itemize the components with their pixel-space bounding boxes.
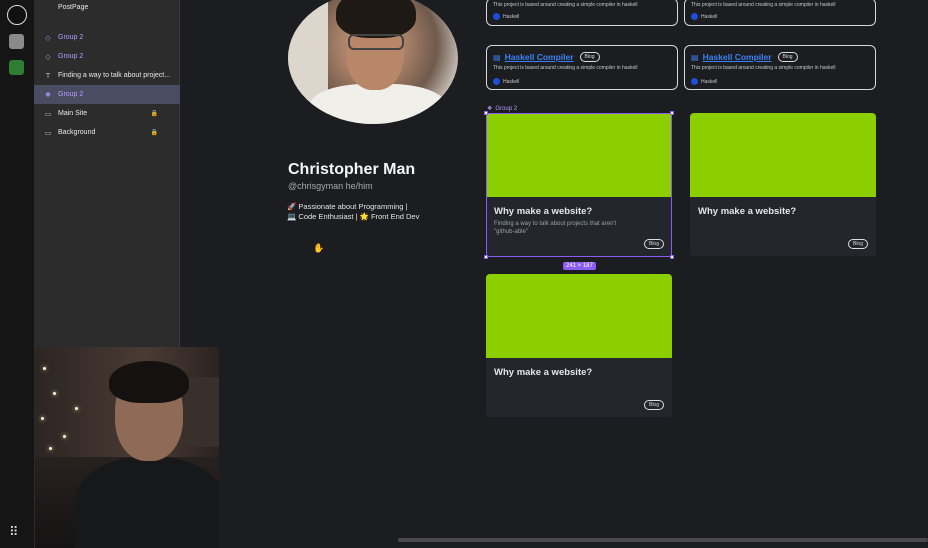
project-language: Haskell <box>691 78 717 85</box>
project-title-row: ▤ Haskell Compiler Blog <box>493 52 600 62</box>
blog-card[interactable]: Why make a website? Blog <box>486 274 672 417</box>
app-icon[interactable] <box>9 34 24 49</box>
project-title-link[interactable]: Haskell Compiler <box>505 52 574 62</box>
language-label: Haskell <box>701 78 718 85</box>
selection-dimensions-badge: 241 × 187 <box>563 262 596 270</box>
layer-item[interactable]: ▭ Main Site 🔒 <box>34 104 180 123</box>
app-grid-icon[interactable]: ⠿ <box>9 526 23 540</box>
resize-handle[interactable] <box>484 255 488 259</box>
document-icon: ▤ <box>691 52 699 62</box>
project-title-link[interactable]: Haskell Compiler <box>703 52 772 62</box>
project-language: Haskell <box>493 13 519 20</box>
profile-avatar <box>288 0 458 124</box>
recycle-app-icon[interactable] <box>9 60 24 75</box>
layer-item[interactable]: ▭ Background 🔒 <box>34 123 180 142</box>
layer-item[interactable]: T Finding a way to talk about project... <box>34 66 180 85</box>
document-icon: ▤ <box>493 52 501 62</box>
blog-tag: Blog <box>579 52 600 62</box>
group-label: ❖ Group 2 <box>487 105 517 112</box>
blog-tag: Blog <box>777 52 798 62</box>
frame-icon: ▭ <box>44 109 52 118</box>
obs-app-icon[interactable] <box>7 5 27 25</box>
layer-item[interactable]: PostPage <box>34 0 180 17</box>
language-label: Haskell <box>503 13 520 20</box>
layer-label: Group 2 <box>58 91 84 98</box>
horizontal-scrollbar[interactable] <box>398 538 928 542</box>
language-dot-icon <box>493 78 500 85</box>
language-dot-icon <box>493 13 500 20</box>
profile-bio: 🚀 Passionate about Programming | 💻 Code … <box>287 202 437 222</box>
profile-handle: @chrisgyman he/him <box>288 181 373 191</box>
webcam-overlay <box>35 347 219 548</box>
language-dot-icon <box>691 13 698 20</box>
layer-label: PostPage <box>58 4 89 11</box>
hand-cursor-icon: ✋ <box>313 244 325 254</box>
component-icon: ◇ <box>45 33 51 42</box>
project-language: Haskell <box>691 13 717 20</box>
component-icon: ❖ <box>44 90 52 99</box>
fairy-light <box>41 417 44 420</box>
layer-item-selected[interactable]: ❖ Group 2 <box>34 85 180 104</box>
fairy-light <box>49 447 52 450</box>
lock-icon[interactable]: 🔒 <box>151 110 158 117</box>
resize-handle[interactable] <box>484 111 488 115</box>
layer-label: Group 2 <box>58 53 84 60</box>
project-card[interactable]: ▤ Haskell Compiler Blog This project is … <box>684 45 876 90</box>
avatar-glasses <box>348 34 404 50</box>
language-dot-icon <box>691 78 698 85</box>
project-card[interactable]: This project is based around creating a … <box>486 0 678 26</box>
language-label: Haskell <box>701 13 718 20</box>
bio-line: 💻 Code Enthusiast | 🌟 Front End Dev <box>287 212 420 221</box>
project-description: This project is based around creating a … <box>493 2 638 8</box>
bio-line: 🚀 Passionate about Programming | <box>287 202 408 211</box>
layer-item[interactable]: ◇ Group 2 <box>34 47 180 66</box>
project-card[interactable]: ▤ Haskell Compiler Blog This project is … <box>486 45 678 90</box>
component-icon: ◇ <box>45 52 51 61</box>
webcam-person-body <box>75 457 219 548</box>
webcam-shelf <box>185 377 219 447</box>
layer-label: Main Site <box>58 110 88 117</box>
project-title-row: ▤ Haskell Compiler Blog <box>691 52 798 62</box>
blog-tag: Blog <box>643 400 664 410</box>
webcam-person-hair <box>109 361 189 403</box>
project-language: Haskell <box>493 78 519 85</box>
screen: ⠿ PostPage ◇ Group 2 ◇ Group 2 T Finding… <box>0 0 928 548</box>
blog-card-title: Why make a website? <box>494 367 593 378</box>
avatar-shirt <box>308 84 448 124</box>
fairy-light <box>75 407 78 410</box>
lock-icon[interactable]: 🔒 <box>151 129 158 136</box>
profile-name: Christopher Man <box>288 161 416 178</box>
group-label-text: Group 2 <box>495 105 518 112</box>
selection-box[interactable] <box>486 113 672 257</box>
text-icon: T <box>45 71 51 80</box>
fairy-light <box>63 435 66 438</box>
blog-card-image <box>690 113 876 197</box>
project-card[interactable]: This project is based around creating a … <box>684 0 876 26</box>
fairy-light <box>53 392 56 395</box>
project-description: This project is based around creating a … <box>691 2 836 8</box>
resize-handle[interactable] <box>670 111 674 115</box>
avatar-hair <box>336 0 416 38</box>
project-description: This project is based around creating a … <box>691 65 836 71</box>
blog-card-title: Why make a website? <box>698 206 797 217</box>
fairy-light <box>43 367 46 370</box>
layer-label: Group 2 <box>58 34 84 41</box>
layer-label: Finding a way to talk about project... <box>58 72 171 79</box>
frame-icon: ▭ <box>44 128 52 137</box>
os-dock: ⠿ <box>0 0 34 548</box>
language-label: Haskell <box>503 78 520 85</box>
blog-card-image <box>486 274 672 358</box>
layer-label: Background <box>58 129 96 136</box>
blog-tag: Blog <box>847 239 868 249</box>
layer-item[interactable]: ◇ Group 2 <box>34 28 180 47</box>
blog-card[interactable]: Why make a website? Blog <box>690 113 876 256</box>
project-description: This project is based around creating a … <box>493 65 638 71</box>
resize-handle[interactable] <box>670 255 674 259</box>
